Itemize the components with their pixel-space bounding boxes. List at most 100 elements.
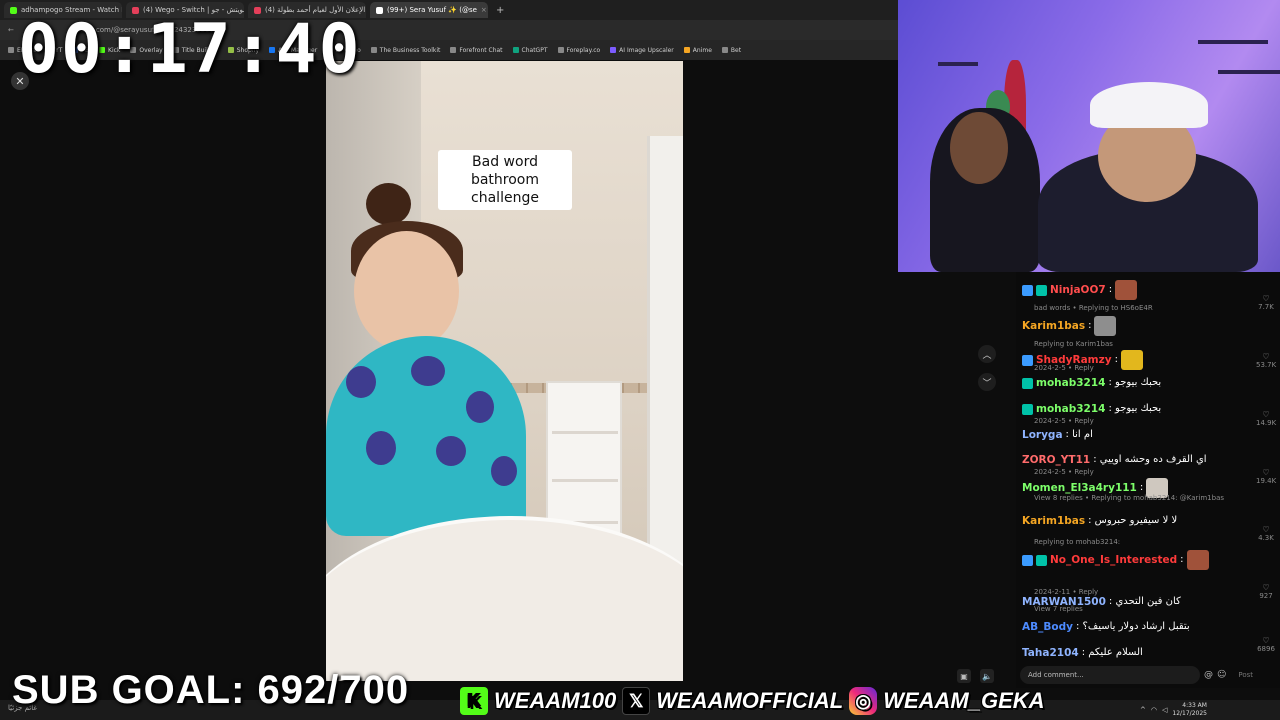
emote-icon — [1186, 550, 1209, 570]
bookmark-icon — [610, 47, 617, 53]
chat-username[interactable]: Momen_El3a4ry111 — [1022, 481, 1137, 495]
chevron-down-icon[interactable]: ﹀ — [978, 373, 996, 391]
chat-message: Taha2104 : السلام عليكم — [1022, 646, 1143, 660]
chat-text: : بحبك بيوجو — [1108, 403, 1162, 414]
chat-text: : — [1139, 482, 1144, 493]
tiktok-favicon-icon — [376, 6, 383, 14]
bookmark-item[interactable]: Foreplay.co — [557, 47, 600, 54]
new-tab-button[interactable]: + — [496, 5, 504, 16]
moderator-badge-icon — [1022, 284, 1033, 296]
sub-goal-overlay: SUB GOAL: 692/700 — [12, 668, 410, 712]
chat-text: : السلام عليكم — [1081, 647, 1143, 658]
mention-icon[interactable]: @ — [1204, 670, 1213, 680]
chat-message: Karim1bas : — [1022, 316, 1117, 336]
bookmark-item[interactable]: Anime — [683, 47, 712, 54]
volume-icon[interactable]: 🔈 — [980, 669, 994, 683]
chat-username[interactable]: Taha2104 — [1022, 646, 1079, 660]
chat-message: AB_Body : بتقبل ارشاد دولار ياسيف؟ — [1022, 620, 1190, 634]
bookmark-item[interactable]: The Business Toolkit — [370, 47, 440, 54]
bookmark-icon — [721, 47, 728, 53]
chat-text: : — [1108, 284, 1113, 295]
like-count[interactable]: ♡ 14.9K — [1256, 410, 1276, 427]
x-handle: WEAAMOFFICIAL — [656, 688, 844, 713]
like-count[interactable]: ♡ 53.7K — [1256, 352, 1276, 369]
bookmark-icon — [512, 47, 519, 53]
emote-icon — [1094, 316, 1117, 336]
heart-icon: ♡ — [1262, 583, 1270, 592]
bookmark-item[interactable]: Bet — [721, 47, 741, 54]
emoji-icon[interactable]: ☺ — [1217, 670, 1226, 680]
emote-icon — [1115, 280, 1138, 300]
chat-username[interactable]: AB_Body — [1022, 620, 1073, 634]
video-nav: ︿ ﹀ — [978, 345, 998, 391]
moderator-badge-icon — [1022, 354, 1033, 366]
chat-text: : ام انا — [1065, 429, 1093, 440]
chat-message: Loryga : ام انا — [1022, 428, 1093, 442]
chat-text: : اي القرف ده وحشه اوييي — [1093, 454, 1207, 465]
subscriber-badge-icon — [1036, 554, 1047, 566]
video-scene-child — [366, 183, 411, 225]
like-count[interactable]: ♡ 4.3K — [1256, 525, 1276, 542]
chat-username[interactable]: NinjaOO7 — [1050, 283, 1106, 297]
heart-icon: ♡ — [1262, 636, 1270, 645]
chevron-up-icon[interactable]: ^ — [1140, 706, 1146, 714]
chat-message: ZORO_YT11 : اي القرف ده وحشه اوييي — [1022, 453, 1207, 467]
video-player[interactable]: Bad word bathroom challenge — [326, 61, 683, 681]
browser-tab-active[interactable]: (99+) Sera Yusuf ✨ (@se × — [370, 2, 488, 18]
heart-icon: ♡ — [1262, 468, 1270, 477]
chat-message: mohab3214 : بحبك بيوجو — [1022, 402, 1161, 416]
chat-text: : بحبك بيوجو — [1108, 377, 1162, 388]
comment-bar: @ ☺ Post — [1016, 662, 1280, 688]
instagram-logo-icon: ◎ — [849, 687, 878, 715]
video-scene-door — [647, 136, 683, 596]
chat-reply-meta: Replying to Karim1bas — [1034, 340, 1113, 348]
kick-favicon-icon — [10, 6, 17, 14]
chat-username[interactable]: mohab3214 — [1036, 402, 1105, 416]
chat-text: : بتقبل ارشاد دولار ياسيف؟ — [1075, 621, 1190, 632]
chevron-up-icon[interactable]: ︿ — [978, 345, 996, 363]
like-count[interactable]: ♡ 927 — [1256, 583, 1276, 600]
wifi-icon[interactable]: ◠ — [1151, 706, 1157, 714]
chat-message: NinjaOO7 : — [1022, 280, 1138, 300]
x-logo-icon: 𝕏 — [622, 687, 651, 715]
chat-reply-meta: Replying to mohab3214: — [1034, 538, 1121, 546]
bookmark-item[interactable]: Forefront Chat — [450, 47, 503, 54]
bookmark-item[interactable]: ChatGPT — [512, 47, 548, 54]
chat-reply-meta: View 7 replies — [1034, 605, 1083, 613]
tab-label: (99+) Sera Yusuf ✨ (@se — [387, 6, 477, 14]
like-count[interactable]: ♡ 19.4K — [1256, 468, 1276, 485]
chat-message: mohab3214 : بحبك بيوجو — [1022, 376, 1161, 390]
video-scene-bathtub — [326, 516, 683, 681]
comment-input[interactable] — [1020, 666, 1200, 684]
bookmark-icon — [370, 47, 377, 53]
social-handles-overlay: K WEAAM100 𝕏 WEAAMOFFICIAL ◎ WEAAM_GEKA — [460, 686, 1045, 716]
chat-message: Karim1bas : لا لا سيفيرو حبروس — [1022, 514, 1177, 528]
chat-username[interactable]: mohab3214 — [1036, 376, 1105, 390]
picture-in-picture-icon[interactable]: ▣ — [957, 669, 971, 683]
chat-username[interactable]: ZORO_YT11 — [1022, 453, 1090, 467]
subscriber-badge-icon — [1022, 403, 1033, 415]
taskbar-clock[interactable]: 4:33 AM 12/17/2025 — [1172, 702, 1207, 718]
chat-username[interactable]: Karim1bas — [1022, 319, 1085, 333]
bookmark-icon — [8, 47, 14, 53]
bookmark-item[interactable]: AI Image Upscaler — [610, 47, 674, 54]
like-count[interactable]: ♡ 6896 — [1256, 636, 1276, 653]
kick-handle: WEAAM100 — [494, 688, 617, 713]
chat-text: : لا لا سيفيرو حبروس — [1088, 515, 1178, 526]
heart-icon: ♡ — [1262, 410, 1270, 419]
like-count[interactable]: ♡ 7.7K — [1256, 294, 1276, 311]
post-button[interactable]: Post — [1238, 671, 1253, 679]
back-arrow-icon[interactable]: ← — [8, 26, 14, 34]
chat-username[interactable]: Karim1bas — [1022, 514, 1085, 528]
chat-panel: NinjaOO7 : bad words • Replying to HS6oE… — [1016, 272, 1280, 662]
chat-username[interactable]: No_One_Is_Interested — [1050, 553, 1177, 567]
speaker-icon[interactable]: ◁ — [1162, 706, 1167, 714]
system-tray: ^ ◠ ◁ 4:33 AM 12/17/2025 — [1140, 702, 1207, 718]
stream-screen: adhampogo Stream - Watch Li × (4) Wego -… — [0, 0, 1280, 720]
kick-logo-icon: K — [460, 687, 488, 715]
chat-username[interactable]: Loryga — [1022, 428, 1063, 442]
chat-message: No_One_Is_Interested : — [1022, 550, 1209, 570]
instagram-handle: WEAAM_GEKA — [883, 688, 1045, 713]
heart-icon: ♡ — [1262, 352, 1270, 361]
close-tab-icon[interactable]: × — [481, 6, 487, 14]
